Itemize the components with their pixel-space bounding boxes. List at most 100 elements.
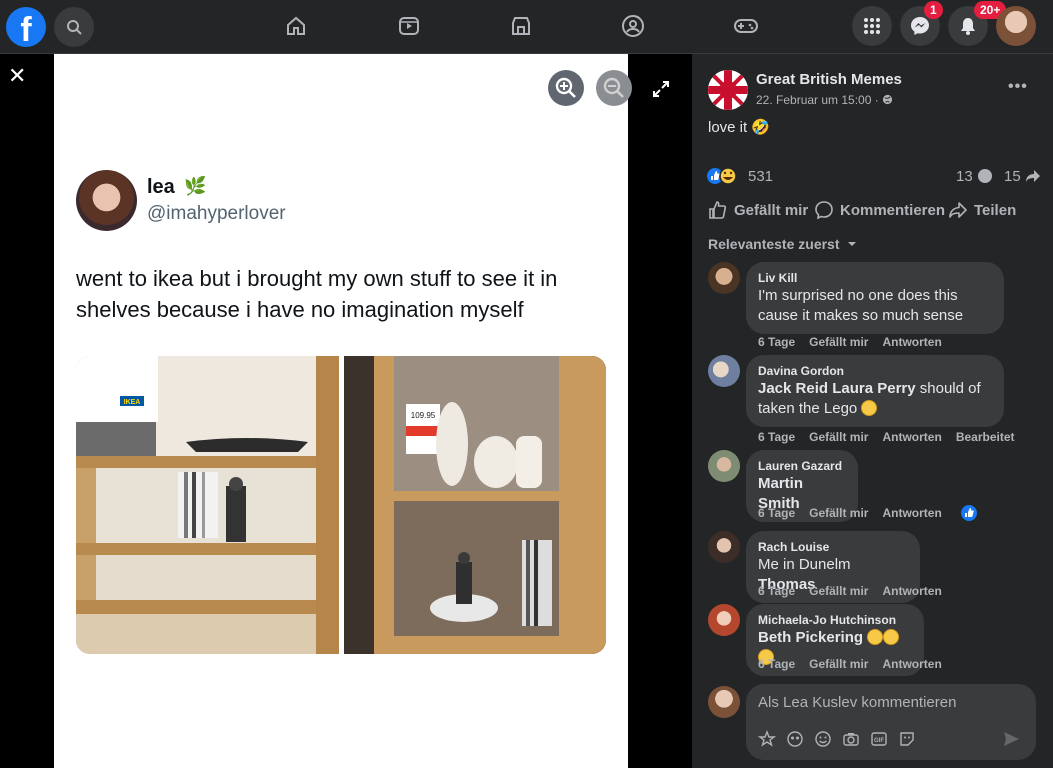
facebook-logo[interactable]: f (6, 7, 46, 49)
share-icon (949, 202, 967, 218)
comment-bubble: Davina Gordon Jack Reid Laura Perry shou… (746, 355, 1004, 427)
laughing-emoji (867, 629, 884, 645)
zoom-out-icon (603, 77, 624, 98)
comment-author[interactable]: Davina Gordon (758, 363, 992, 379)
comment-reply-link[interactable]: Antworten (882, 506, 941, 520)
close-icon[interactable]: ✕ (8, 65, 28, 87)
comment-time[interactable]: 6 Tage (758, 657, 795, 671)
shelf-photo-right: 109.95 (344, 356, 606, 654)
comment-like-link[interactable]: Gefällt mir (809, 335, 868, 349)
top-navigation-bar: f 1 20+ (0, 0, 1053, 54)
comment-reply-link[interactable]: Antworten (882, 430, 941, 444)
share-count[interactable]: 15 (1004, 168, 1041, 185)
fullscreen-button[interactable] (652, 80, 672, 100)
rofl-emoji: 🤣 (751, 119, 771, 136)
tagged-user[interactable]: Laura Perry (832, 380, 915, 397)
gif-icon[interactable]: GIF (870, 730, 888, 748)
share-button[interactable]: Teilen (948, 200, 1016, 220)
tweet-screenshot: lea 🌿 @imahyperlover went to ikea but i … (54, 54, 628, 768)
messenger-badge: 1 (924, 1, 943, 19)
comment-meta: 6 Tage Gefällt mir Antworten Bearbeitet (758, 430, 1029, 444)
shelf-photo-left: IKEA (76, 356, 339, 654)
send-icon[interactable] (1002, 730, 1020, 748)
zoom-in-icon (555, 77, 576, 98)
comment-time[interactable]: 6 Tage (758, 335, 795, 349)
post-date[interactable]: 22. Februar um 15:00 · (756, 93, 893, 107)
gaming-icon[interactable] (733, 13, 759, 39)
sweat-smile-emoji (861, 400, 878, 416)
emoji-icon[interactable] (814, 730, 832, 748)
page-name[interactable]: Great British Memes (756, 71, 902, 88)
marketplace-icon[interactable] (508, 13, 534, 39)
comment-input[interactable] (758, 694, 1018, 711)
page-avatar[interactable] (708, 70, 748, 110)
like-reaction-icon[interactable] (960, 504, 978, 522)
commenter-avatar[interactable] (708, 531, 740, 563)
zoom-in-button[interactable] (548, 70, 584, 106)
union-jack-logo (708, 70, 748, 110)
comment-composer: GIF (746, 684, 1036, 760)
comment-time[interactable]: 6 Tage (758, 584, 795, 598)
more-options-icon[interactable]: ••• (1008, 78, 1028, 96)
tweet-text: went to ikea but i brought my own stuff … (76, 266, 558, 322)
tagged-user[interactable]: Beth Pickering (758, 629, 863, 646)
reaction-icons[interactable] (706, 166, 746, 186)
commenter-avatar[interactable] (708, 262, 740, 294)
comment-reply-link[interactable]: Antworten (882, 584, 941, 598)
sticker-icon[interactable] (898, 730, 916, 748)
comment-time[interactable]: 6 Tage (758, 430, 795, 444)
comment-text-line: I'm surprised no one does this (758, 287, 958, 304)
zoom-out-button[interactable] (596, 70, 632, 106)
comment-meta: 6 Tage Gefällt mir Antworten (758, 506, 956, 520)
messenger-icon (911, 17, 929, 35)
tweet-author-name: lea (147, 176, 175, 198)
comment-sort-dropdown[interactable]: Relevanteste zuerst (708, 236, 857, 252)
comment-author[interactable]: Rach Louise (758, 539, 908, 555)
commenter-avatar[interactable] (708, 450, 740, 482)
comment-like-link[interactable]: Gefällt mir (809, 657, 868, 671)
edited-label: Bearbeitet (955, 430, 1015, 444)
post-caption: love it 🤣 (708, 119, 771, 136)
menu-button[interactable] (852, 6, 892, 46)
camera-icon[interactable] (842, 730, 860, 748)
comment-author[interactable]: Liv Kill (758, 270, 992, 286)
menu-grid-icon (864, 18, 880, 34)
comment-meta: 6 Tage Gefällt mir Antworten (758, 657, 956, 671)
like-button[interactable]: Gefällt mir (708, 200, 808, 220)
commenter-avatar[interactable] (708, 604, 740, 636)
comment-reply-link[interactable]: Antworten (882, 657, 941, 671)
comment-like-link[interactable]: Gefällt mir (809, 584, 868, 598)
commenter-avatar[interactable] (708, 355, 740, 387)
photo-viewer: ✕ lea 🌿 @imahyperlover went to ikea but … (0, 54, 692, 768)
comment-time[interactable]: 6 Tage (758, 506, 795, 520)
comment-author[interactable]: Michaela-Jo Hutchinson (758, 612, 912, 628)
search-button[interactable] (54, 7, 94, 47)
globe-icon (882, 94, 893, 105)
comment-button[interactable]: Kommentieren (814, 200, 945, 220)
groups-icon[interactable] (620, 13, 646, 39)
comment-text-line: cause it makes so much sense (758, 307, 964, 324)
video-icon[interactable] (396, 13, 422, 39)
comment-text-line: taken the Lego (758, 399, 992, 419)
reaction-count[interactable]: 531 (748, 168, 773, 185)
avatar-sticker-icon[interactable] (758, 730, 776, 748)
comment-like-link[interactable]: Gefällt mir (809, 506, 868, 520)
haha-reaction-icon (719, 167, 737, 185)
leaf-emoji: 🌿 (184, 176, 207, 196)
comment-count[interactable]: 13 (956, 168, 993, 185)
comment-like-link[interactable]: Gefällt mir (809, 430, 868, 444)
tweet-handle: @imahyperlover (147, 203, 286, 224)
tagged-user[interactable]: Jack Reid (758, 380, 828, 397)
caret-down-icon (848, 242, 857, 246)
comment-author[interactable]: Lauren Gazard (758, 458, 846, 474)
comment-reply-link[interactable]: Antworten (882, 335, 941, 349)
search-icon (67, 20, 82, 35)
composer-avatar[interactable] (708, 686, 740, 718)
avatar-icon[interactable] (786, 730, 804, 748)
comment-text-line: Jack Reid Laura Perry should of (758, 380, 981, 397)
home-icon[interactable] (283, 13, 309, 39)
tweet-avatar (76, 170, 137, 231)
account-avatar[interactable] (996, 6, 1036, 46)
expand-icon (653, 81, 669, 97)
price-tag: 109.95 (411, 411, 436, 420)
